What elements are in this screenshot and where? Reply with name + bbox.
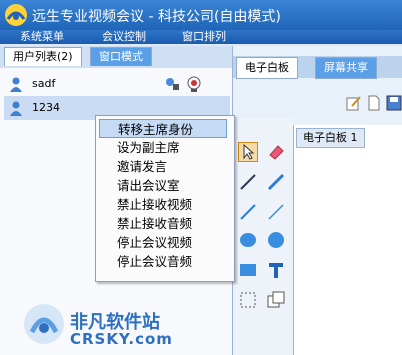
whiteboard-canvas[interactable] bbox=[293, 125, 402, 355]
menu-meeting-control[interactable]: 会议控制 bbox=[96, 29, 152, 44]
whiteboard-page-tab[interactable]: 电子白板 1 bbox=[296, 128, 365, 148]
user-icon bbox=[10, 77, 22, 92]
user-name: sadf bbox=[32, 77, 56, 90]
marker-icon[interactable] bbox=[266, 172, 286, 192]
app-logo-icon bbox=[5, 4, 27, 26]
save-icon[interactable] bbox=[386, 95, 402, 111]
menu-item-set-vice-chair[interactable]: 设为副主席 bbox=[99, 138, 227, 157]
tab-whiteboard[interactable]: 电子白板 bbox=[236, 57, 298, 79]
circle-icon[interactable] bbox=[266, 230, 286, 250]
area-select-icon[interactable] bbox=[238, 290, 258, 310]
tab-screen-share[interactable]: 屏幕共享 bbox=[315, 57, 377, 79]
menu-item-transfer-chair[interactable]: 转移主席身份 bbox=[99, 119, 227, 138]
menu-window-layout[interactable]: 窗口排列 bbox=[176, 29, 232, 44]
menu-item-stop-audio[interactable]: 停止会议音频 bbox=[99, 252, 227, 271]
brush-icon[interactable] bbox=[238, 202, 258, 222]
pen-icon[interactable] bbox=[238, 172, 258, 192]
line-icon[interactable] bbox=[266, 202, 286, 222]
speaker-user-icon[interactable] bbox=[164, 76, 180, 92]
new-page-icon[interactable] bbox=[366, 95, 382, 111]
copy-shape-icon[interactable] bbox=[266, 290, 286, 310]
watermark-site: CRSKY.com bbox=[70, 330, 173, 348]
menu-item-invite-speak[interactable]: 邀请发言 bbox=[99, 157, 227, 176]
text-tool-icon[interactable] bbox=[266, 260, 286, 280]
tab-user-list[interactable]: 用户列表(2) bbox=[4, 47, 82, 66]
webcam-icon[interactable] bbox=[186, 76, 202, 92]
user-icon bbox=[10, 101, 22, 116]
menu-system[interactable]: 系统菜单 bbox=[14, 29, 70, 44]
menu-item-block-audio[interactable]: 禁止接收音频 bbox=[99, 214, 227, 233]
menu-item-stop-video[interactable]: 停止会议视频 bbox=[99, 233, 227, 252]
eraser-icon[interactable] bbox=[266, 142, 286, 162]
menu-item-remove-from-room[interactable]: 请出会议室 bbox=[99, 176, 227, 195]
edit-icon[interactable] bbox=[346, 95, 362, 111]
ellipse-icon[interactable] bbox=[238, 230, 258, 250]
rectangle-icon[interactable] bbox=[238, 260, 258, 280]
user-row[interactable]: sadf bbox=[4, 73, 230, 95]
user-name: 1234 bbox=[32, 101, 60, 114]
watermark-logo-icon bbox=[24, 304, 64, 344]
menu-item-block-video[interactable]: 禁止接收视频 bbox=[99, 195, 227, 214]
select-arrow-icon[interactable] bbox=[238, 142, 258, 162]
window-title: 远生专业视频会议 - 科技公司(自由模式) bbox=[32, 9, 281, 25]
tab-window-mode[interactable]: 窗口模式 bbox=[90, 47, 152, 66]
